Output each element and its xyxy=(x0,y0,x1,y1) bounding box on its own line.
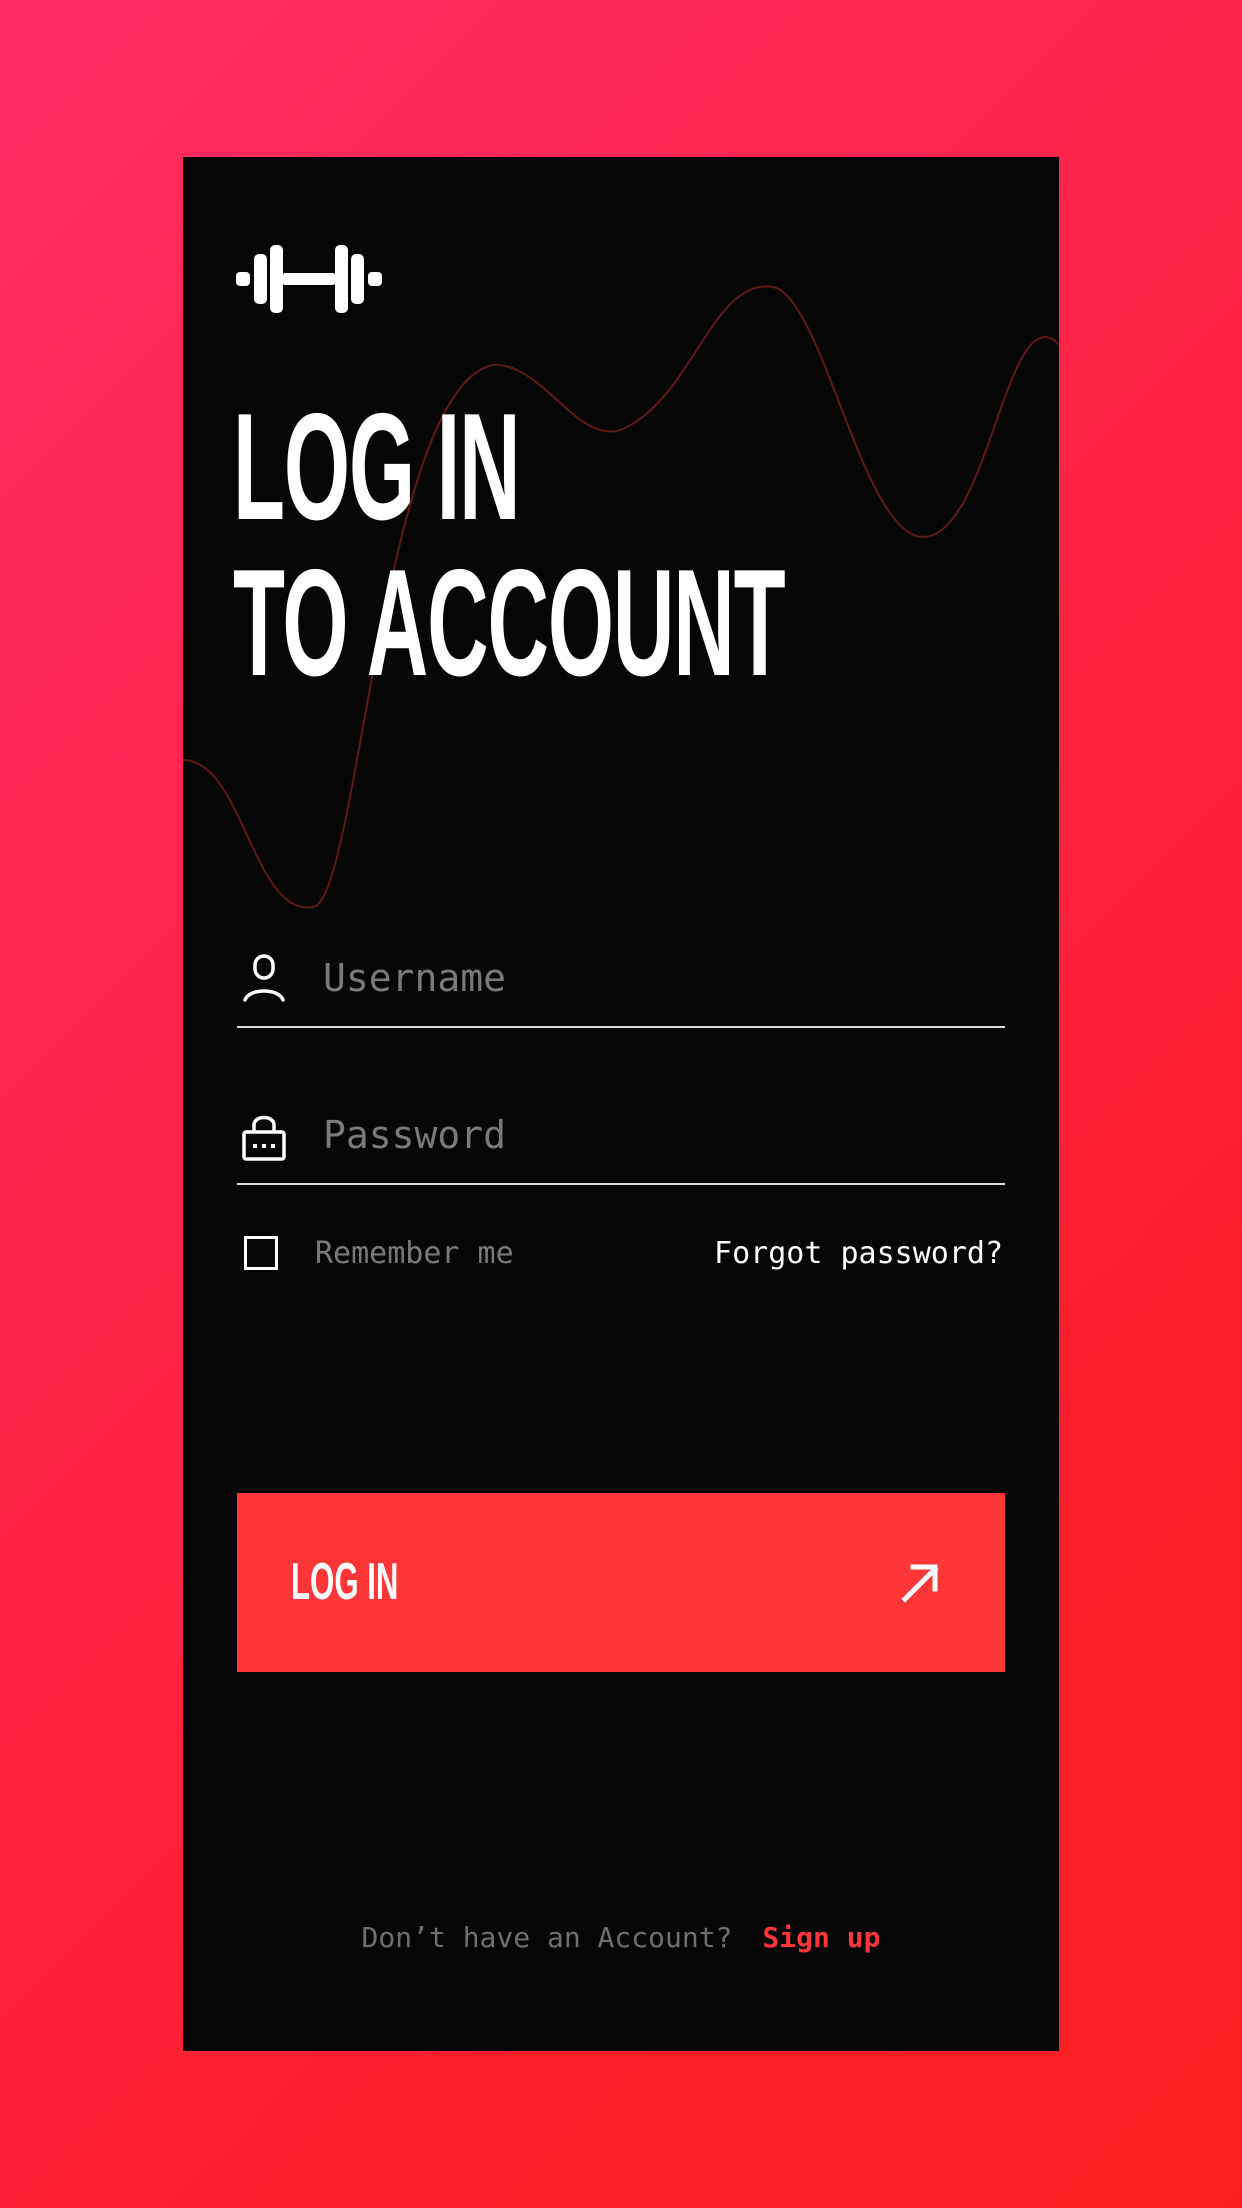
login-button-label: LOG IN xyxy=(291,1553,399,1611)
login-options: Remember me Forgot password? xyxy=(237,1195,1005,1271)
signup-prompt: Don’t have an Account? Sign up xyxy=(183,1921,1059,1955)
remember-me-label[interactable]: Remember me xyxy=(315,1237,514,1271)
dumbbell-icon xyxy=(236,245,382,313)
password-input[interactable] xyxy=(323,1105,983,1165)
login-card: LOG IN TO ACCOUNT Remember me Forgot pas… xyxy=(183,157,1059,2051)
username-field xyxy=(237,936,1005,1028)
lock-icon xyxy=(242,1115,286,1161)
password-field xyxy=(237,1093,1005,1185)
arrow-up-right-icon xyxy=(901,1564,939,1603)
page-title-line-1: LOG IN xyxy=(233,382,521,552)
signup-link[interactable]: Sign up xyxy=(762,1921,880,1954)
page-title: LOG IN TO ACCOUNT xyxy=(233,382,786,708)
signup-question: Don’t have an Account? xyxy=(361,1921,733,1954)
user-icon xyxy=(243,954,285,1002)
remember-me-checkbox[interactable] xyxy=(244,1236,278,1270)
forgot-password-link[interactable]: Forgot password? xyxy=(714,1237,1003,1271)
login-button[interactable]: LOG IN xyxy=(237,1493,1005,1672)
username-input[interactable] xyxy=(323,948,983,1008)
page-title-line-2: TO ACCOUNT xyxy=(233,538,786,708)
